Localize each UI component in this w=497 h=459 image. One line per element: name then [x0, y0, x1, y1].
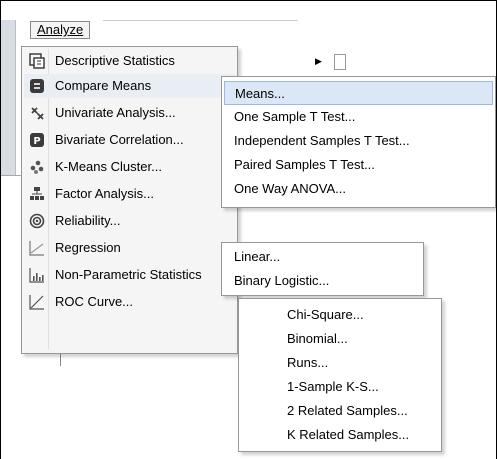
menu-item-regression[interactable]: Regression	[24, 236, 235, 260]
regression-submenu: Linear... Binary Logistic...	[221, 242, 424, 296]
submenu-item-label: Binary Logistic...	[234, 273, 330, 288]
submenu-item-label: 1-Sample K-S...	[287, 379, 379, 394]
submenu-item-one-sample-ks[interactable]: 1-Sample K-S...	[241, 375, 439, 399]
menu-item-reliability[interactable]: Reliability...	[24, 209, 235, 233]
menu-item-label: ROC Curve...	[55, 294, 134, 309]
compare-means-submenu: Means... One Sample T Test... Independen…	[221, 76, 496, 208]
bivariate-icon: P	[30, 133, 44, 147]
submenu-item-paired-samples-t-test[interactable]: Paired Samples T Test...	[224, 153, 493, 177]
analyze-dropdown: Descriptive Statistics ▶ Compare Means U…	[21, 46, 322, 354]
reliability-icon	[29, 213, 45, 229]
submenu-item-label: K Related Samples...	[287, 427, 410, 442]
kmeans-icon	[30, 160, 44, 174]
menu-bar-underline	[103, 20, 298, 21]
submenu-item-k-related-samples[interactable]: K Related Samples...	[241, 423, 439, 447]
submenu-item-independent-samples-t-test[interactable]: Independent Samples T Test...	[224, 129, 493, 153]
submenu-item-label: Means...	[235, 86, 285, 101]
menu-item-label: Reliability...	[55, 213, 121, 228]
menu-item-label: Univariate Analysis...	[55, 105, 176, 120]
menu-item-univariate-analysis[interactable]: Univariate Analysis...	[24, 101, 235, 125]
menu-item-label: Regression	[55, 240, 121, 255]
submenu-item-runs[interactable]: Runs...	[241, 351, 439, 375]
window-frame-top	[0, 0, 497, 1]
regression-icon	[29, 241, 44, 256]
submenu-item-linear[interactable]: Linear...	[224, 245, 421, 269]
analyze-menu-label: Analyze	[37, 22, 84, 37]
submenu-item-label: One Sample T Test...	[234, 109, 356, 124]
menu-item-factor-analysis[interactable]: Factor Analysis...	[24, 182, 235, 206]
submenu-item-binary-logistic[interactable]: Binary Logistic...	[224, 269, 421, 293]
submenu-item-label: One Way ANOVA...	[234, 181, 346, 196]
submenu-item-one-sample-t-test[interactable]: One Sample T Test...	[224, 105, 493, 129]
submenu-item-label: Chi-Square...	[287, 307, 364, 322]
submenu-item-label: Independent Samples T Test...	[234, 133, 410, 148]
compare-means-icon	[30, 79, 44, 93]
menu-item-nonparametric-statistics[interactable]: Non-Parametric Statistics	[24, 263, 235, 287]
menu-item-bivariate-correlation[interactable]: P Bivariate Correlation...	[24, 128, 235, 152]
factor-analysis-icon	[30, 187, 44, 200]
submenu-item-label: Binomial...	[287, 331, 348, 346]
roc-curve-icon	[29, 295, 44, 310]
background-scroll-box	[334, 54, 346, 70]
submenu-item-label: Runs...	[287, 355, 329, 370]
nonparametric-submenu: Chi-Square... Binomial... Runs... 1-Samp…	[238, 298, 442, 452]
menu-item-label: Factor Analysis...	[55, 186, 154, 201]
submenu-item-binomial[interactable]: Binomial...	[241, 327, 439, 351]
descriptive-stats-icon	[29, 53, 45, 69]
menu-item-kmeans-cluster[interactable]: K-Means Cluster...	[24, 155, 235, 179]
background-sidebar	[1, 20, 16, 175]
menu-item-roc-curve[interactable]: ROC Curve...	[24, 290, 235, 314]
submenu-arrow-icon: ▶	[315, 56, 322, 66]
svg-text:P: P	[33, 136, 40, 147]
nonparametric-icon	[29, 268, 44, 283]
menu-item-compare-means[interactable]: Compare Means	[24, 74, 235, 98]
submenu-item-one-way-anova[interactable]: One Way ANOVA...	[224, 177, 493, 201]
menu-item-label: K-Means Cluster...	[55, 159, 162, 174]
menu-bar: Analyze	[22, 20, 296, 39]
submenu-item-label: 2 Related Samples...	[287, 403, 408, 418]
menu-item-label: Compare Means	[55, 78, 152, 93]
submenu-item-label: Linear...	[234, 249, 281, 264]
submenu-item-means[interactable]: Means...	[224, 81, 493, 105]
submenu-item-chi-square[interactable]: Chi-Square...	[241, 303, 439, 327]
submenu-item-two-related-samples[interactable]: 2 Related Samples...	[241, 399, 439, 423]
menu-item-label: Descriptive Statistics	[55, 53, 175, 68]
menu-item-label: Non-Parametric Statistics	[55, 267, 202, 282]
analyze-menu[interactable]: Analyze	[30, 21, 91, 39]
univariate-icon	[31, 107, 44, 120]
menu-item-descriptive-statistics[interactable]: Descriptive Statistics ▶	[24, 49, 322, 73]
menu-item-label: Bivariate Correlation...	[55, 132, 184, 147]
submenu-item-label: Paired Samples T Test...	[234, 157, 375, 172]
